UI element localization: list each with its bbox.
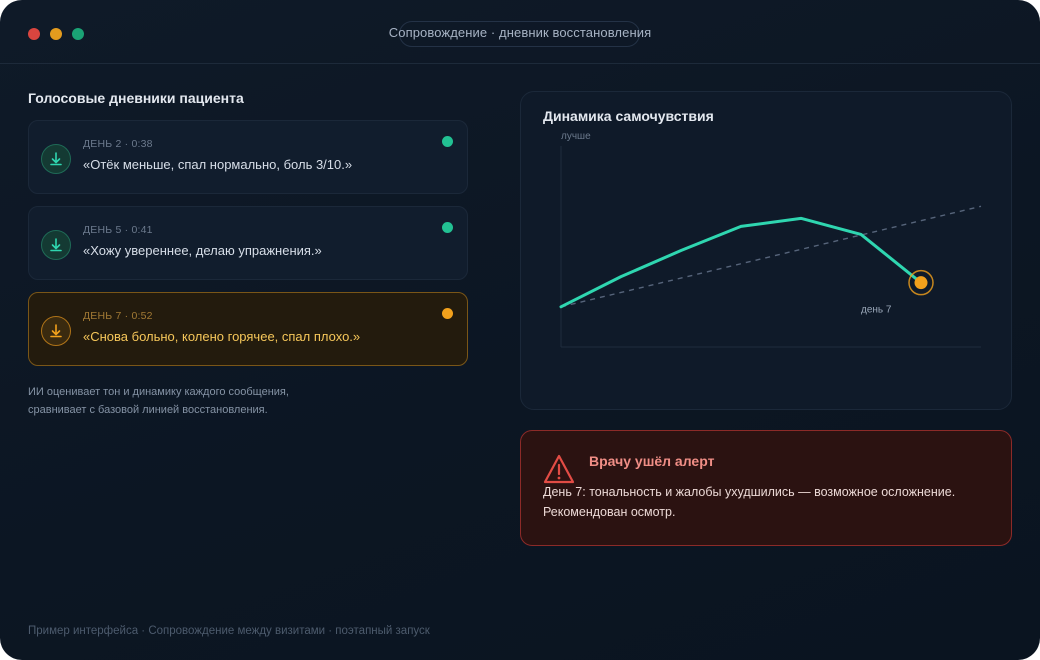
footer-caption: Пример интерфейса · Сопровождение между … (28, 625, 430, 637)
microphone-icon[interactable] (41, 144, 71, 174)
status-indicator (442, 136, 453, 147)
alert-title: Врачу ушёл алерт (589, 453, 715, 469)
wellbeing-chart: лучше день 7 (559, 131, 982, 348)
entry-meta: ДЕНЬ 7 · 0:52 (83, 310, 153, 322)
diary-entry-alert[interactable]: ДЕНЬ 7 · 0:52 «Снова больно, колено горя… (28, 292, 468, 366)
day7-highlight-point[interactable] (914, 276, 928, 290)
entry-meta: ДЕНЬ 2 · 0:38 (83, 138, 153, 150)
app-window: Сопровождение · дневник восстановления Г… (0, 0, 1040, 660)
diary-entry[interactable]: ДЕНЬ 2 · 0:38 «Отёк меньше, спал нормаль… (28, 120, 468, 194)
status-indicator (442, 222, 453, 233)
entry-quote: «Отёк меньше, спал нормально, боль 3/10.… (83, 157, 353, 172)
title-bar: Сопровождение · дневник восстановления (0, 0, 1040, 64)
ai-note: ИИ оценивает тон и динамику каждого сооб… (28, 386, 289, 416)
diaries-heading: Голосовые дневники пациента (28, 90, 244, 106)
data-points (560, 218, 862, 307)
status-indicator (442, 308, 453, 319)
diary-entry[interactable]: ДЕНЬ 5 · 0:41 «Хожу увереннее, делаю упр… (28, 206, 468, 280)
y-axis-label: лучше (561, 131, 591, 142)
warning-icon (543, 454, 575, 484)
entry-quote: «Хожу увереннее, делаю упражнения.» (83, 243, 322, 258)
entry-meta: ДЕНЬ 5 · 0:41 (83, 224, 153, 236)
entry-quote: «Снова больно, колено горячее, спал плох… (83, 329, 361, 344)
alert-body: День 7: тональность и жалобы ухудшились … (543, 485, 956, 519)
microphone-icon[interactable] (41, 230, 71, 260)
wellbeing-series-line (559, 216, 923, 309)
day7-label: день 7 (861, 305, 892, 316)
microphone-icon[interactable] (41, 316, 71, 346)
wellbeing-chart-card: Динамика самочувствия лучше день 7 (520, 91, 1012, 410)
doctor-alert-card[interactable]: Врачу ушёл алерт День 7: тональность и ж… (520, 430, 1012, 546)
window-title: Сопровождение · дневник восстановления (388, 25, 652, 40)
